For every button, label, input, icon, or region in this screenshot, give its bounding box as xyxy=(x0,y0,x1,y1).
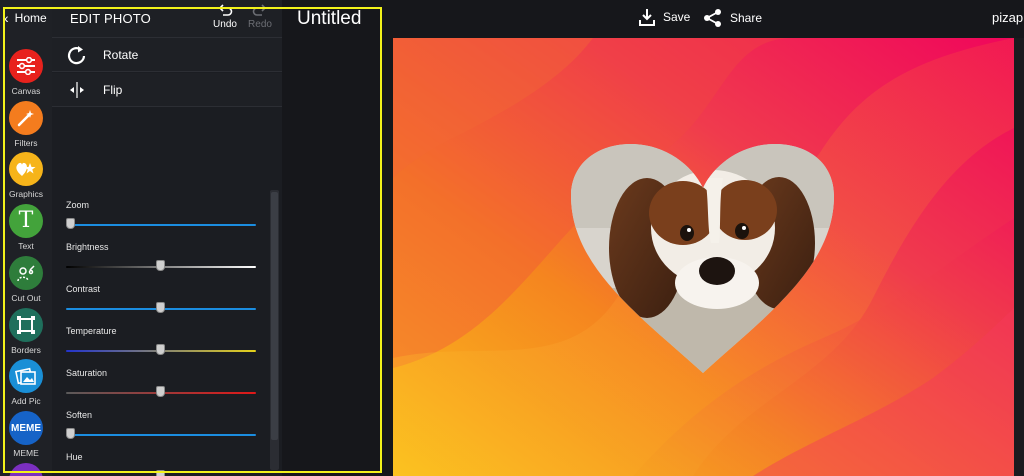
slider-thumb[interactable] xyxy=(156,344,165,355)
share-label: Share xyxy=(730,11,763,25)
rail-label: MEME xyxy=(13,448,39,458)
rail-item-borders[interactable]: Borders xyxy=(0,308,52,355)
slider-label: Brightness xyxy=(66,242,109,252)
home-label: Home xyxy=(14,11,47,25)
slider-label: Temperature xyxy=(66,326,117,336)
slider-track[interactable] xyxy=(66,386,256,397)
slider-label: Contrast xyxy=(66,284,101,294)
flip-icon xyxy=(70,82,84,98)
panel-scrollbar[interactable] xyxy=(271,192,278,440)
rail-item-graphics[interactable]: Graphics xyxy=(0,152,52,199)
design-canvas[interactable] xyxy=(393,38,1014,476)
app-window: ‹ Home Canvas Filters Graphics T Text Cu… xyxy=(0,0,1024,476)
slider-track[interactable] xyxy=(66,344,256,355)
save-button[interactable]: Save xyxy=(638,8,690,26)
slider-thumb[interactable] xyxy=(156,302,165,313)
slider-brightness[interactable]: Brightness xyxy=(66,242,256,271)
slider-zoom[interactable]: Zoom xyxy=(66,200,256,229)
magic-wand-icon xyxy=(9,101,43,135)
panel-header: EDIT PHOTO Undo Redo xyxy=(52,0,282,38)
rotate-row[interactable]: Rotate xyxy=(52,38,282,72)
add-picture-icon xyxy=(9,359,43,393)
slider-temperature[interactable]: Temperature xyxy=(66,326,256,355)
undo-label: Undo xyxy=(213,19,237,30)
slider-thumb[interactable] xyxy=(156,386,165,397)
meme-icon: MEME xyxy=(9,411,43,445)
sliders-icon xyxy=(9,49,43,83)
slider-track[interactable] xyxy=(66,218,256,229)
slider-thumb[interactable] xyxy=(66,218,75,229)
share-icon xyxy=(704,9,721,27)
rail-item-canvas[interactable]: Canvas xyxy=(0,49,52,96)
canvas-edge xyxy=(1014,38,1024,476)
panel-title: EDIT PHOTO xyxy=(70,11,151,26)
home-link[interactable]: ‹ Home xyxy=(4,8,47,28)
cutout-icon xyxy=(9,256,43,290)
rail-item-cutout[interactable]: Cut Out xyxy=(0,256,52,303)
rail-item-text[interactable]: T Text xyxy=(0,204,52,251)
rotate-label: Rotate xyxy=(103,48,139,62)
share-button[interactable]: Share xyxy=(703,8,762,28)
rail-item-filters[interactable]: Filters xyxy=(0,101,52,148)
save-label: Save xyxy=(663,10,691,24)
undo-icon xyxy=(218,4,233,16)
rail-label: Cut Out xyxy=(11,293,41,303)
redo-label: Redo xyxy=(248,19,272,30)
flip-row[interactable]: Flip xyxy=(52,73,282,107)
slider-label: Hue xyxy=(66,452,83,462)
download-icon xyxy=(639,9,655,26)
rail-label: Borders xyxy=(11,345,41,355)
rail-label: Text xyxy=(18,241,34,251)
redo-button[interactable]: Redo xyxy=(247,2,273,30)
slider-thumb[interactable] xyxy=(66,428,75,439)
document-title[interactable]: Untitled xyxy=(297,8,361,30)
rail-item-addpic[interactable]: Add Pic xyxy=(0,359,52,406)
rail-label: Graphics xyxy=(8,189,43,199)
slider-track[interactable] xyxy=(66,302,256,313)
slider-track[interactable] xyxy=(66,260,256,271)
chevron-left-icon: ‹ xyxy=(4,10,9,26)
rail-item-more[interactable] xyxy=(0,463,52,476)
slider-label: Soften xyxy=(66,410,93,420)
frame-icon xyxy=(9,308,43,342)
slider-soften[interactable]: Soften xyxy=(66,410,256,439)
brand-logo: pizap xyxy=(992,10,1024,25)
rail-label: Canvas xyxy=(11,86,41,96)
tool-rail: ‹ Home Canvas Filters Graphics T Text Cu… xyxy=(0,0,52,476)
rail-label: Add Pic xyxy=(11,396,41,406)
text-t-icon: T xyxy=(9,204,43,238)
slider-hue[interactable]: Hue xyxy=(66,452,256,476)
canvas-artwork xyxy=(393,38,1014,476)
heart-star-icon xyxy=(9,152,43,186)
redo-icon xyxy=(252,4,267,16)
slider-label: Zoom xyxy=(66,200,90,210)
undo-button[interactable]: Undo xyxy=(212,2,238,30)
rotate-icon xyxy=(67,46,86,65)
rail-item-meme[interactable]: MEME MEME xyxy=(0,411,52,458)
flip-label: Flip xyxy=(103,83,123,97)
slider-label: Saturation xyxy=(66,368,108,378)
slider-contrast[interactable]: Contrast xyxy=(66,284,256,313)
slider-thumb[interactable] xyxy=(156,260,165,271)
meme-icon-text: MEME xyxy=(11,422,41,434)
more-tool-icon xyxy=(9,463,43,476)
slider-saturation[interactable]: Saturation xyxy=(66,368,256,397)
edit-photo-panel: EDIT PHOTO Undo Redo Rotate Flip Zoom Bri… xyxy=(52,0,282,476)
rail-label: Filters xyxy=(14,138,38,148)
slider-thumb[interactable] xyxy=(156,470,165,476)
slider-track[interactable] xyxy=(66,428,256,439)
